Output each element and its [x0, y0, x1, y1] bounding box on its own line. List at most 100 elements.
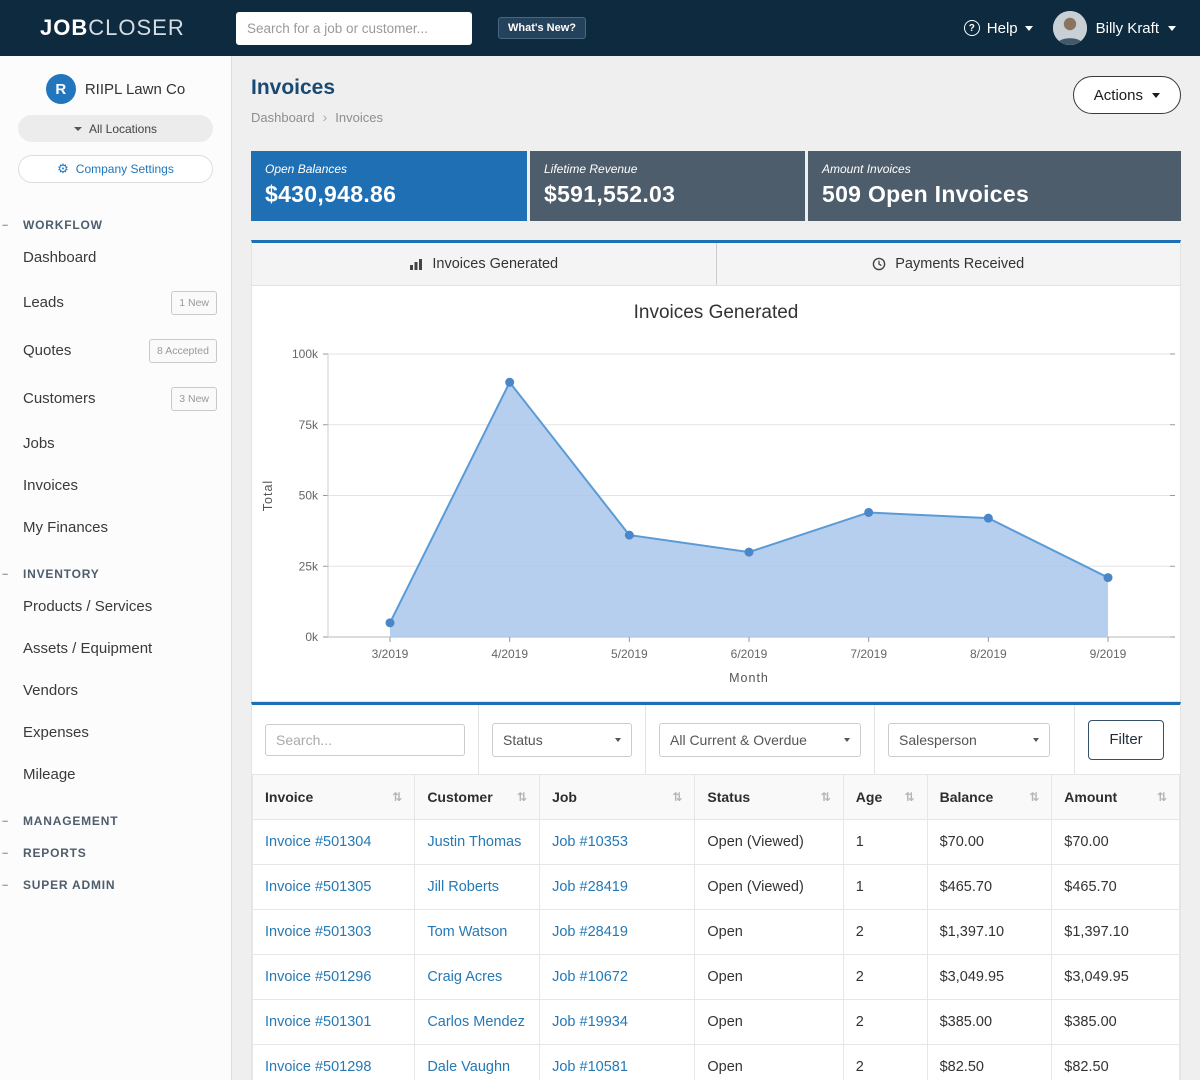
invoice-link[interactable]: Invoice #501303: [265, 924, 371, 940]
logo-text-bold: JOB: [40, 15, 88, 40]
nav-section-reports[interactable]: --REPORTS: [0, 846, 231, 860]
age-cell: 2: [843, 910, 927, 955]
tab-payments-received[interactable]: Payments Received: [716, 243, 1181, 285]
customer-link[interactable]: Dale Vaughn: [427, 1059, 510, 1075]
all-locations-dropdown[interactable]: All Locations: [18, 115, 213, 142]
topbar-right: ? Help Billy Kraft: [964, 11, 1176, 45]
chart-point: [864, 508, 873, 517]
user-avatar: [1053, 11, 1087, 45]
x-tick-label: 9/2019: [1090, 647, 1127, 661]
sidebar-item-quotes[interactable]: Quotes8 Accepted: [0, 327, 231, 375]
section-dash-icon: --: [2, 815, 7, 827]
sidebar-item-invoices[interactable]: Invoices: [0, 465, 231, 507]
user-menu[interactable]: Billy Kraft: [1053, 11, 1176, 45]
chevron-down-icon: [1033, 738, 1039, 742]
help-menu[interactable]: ? Help: [964, 20, 1033, 37]
status-select[interactable]: Status: [492, 723, 632, 757]
x-tick-label: 7/2019: [850, 647, 887, 661]
sidebar-item-mileage[interactable]: Mileage: [0, 754, 231, 796]
filter-button[interactable]: Filter: [1088, 720, 1164, 760]
col-age[interactable]: Age⇅: [843, 775, 927, 820]
invoice-link[interactable]: Invoice #501301: [265, 1014, 371, 1030]
sidebar-nav: --WORKFLOW Dashboard Leads1 New Quotes8 …: [0, 218, 231, 892]
amount-cell: $3,049.95: [1052, 955, 1180, 1000]
job-link[interactable]: Job #10353: [552, 834, 628, 850]
chart-point: [1104, 573, 1113, 582]
company-header[interactable]: R RIIPL Lawn Co: [0, 74, 231, 104]
sidebar-item-products-services[interactable]: Products / Services: [0, 586, 231, 628]
sort-icon[interactable]: ⇅: [1029, 790, 1039, 804]
chart-panel: Invoices Generated 0k25k50k75k100k3/2019…: [251, 286, 1181, 702]
customer-link[interactable]: Craig Acres: [427, 969, 502, 985]
whats-new-button[interactable]: What's New?: [498, 17, 586, 39]
y-tick-label: 75k: [299, 418, 319, 432]
status-cell: Open (Viewed): [695, 820, 843, 865]
sort-icon[interactable]: ⇅: [821, 790, 831, 804]
scope-select[interactable]: All Current & Overdue: [659, 723, 861, 757]
stat-cards: Open Balances $430,948.86 Lifetime Reven…: [251, 151, 1181, 221]
job-link[interactable]: Job #28419: [552, 879, 628, 895]
sort-icon[interactable]: ⇅: [905, 790, 915, 804]
customer-link[interactable]: Tom Watson: [427, 924, 507, 940]
amount-cell: $385.00: [1052, 1000, 1180, 1045]
amount-cell: $465.70: [1052, 865, 1180, 910]
breadcrumb-dashboard[interactable]: Dashboard: [251, 110, 315, 125]
main-content: Invoices Dashboard › Invoices Actions Op…: [232, 56, 1200, 1080]
job-link[interactable]: Job #28419: [552, 924, 628, 940]
sidebar-item-vendors[interactable]: Vendors: [0, 670, 231, 712]
balance-cell: $3,049.95: [927, 955, 1052, 1000]
col-status[interactable]: Status⇅: [695, 775, 843, 820]
job-link[interactable]: Job #10581: [552, 1059, 628, 1075]
sidebar-item-my-finances[interactable]: My Finances: [0, 507, 231, 549]
nav-section-inventory[interactable]: --INVENTORY: [0, 567, 231, 581]
invoice-link[interactable]: Invoice #501304: [265, 834, 371, 850]
sort-icon[interactable]: ⇅: [672, 790, 682, 804]
col-invoice[interactable]: Invoice⇅: [253, 775, 415, 820]
nav-section-super-admin[interactable]: --SUPER ADMIN: [0, 878, 231, 892]
nav-section-management[interactable]: --MANAGEMENT: [0, 814, 231, 828]
invoices-generated-chart: 0k25k50k75k100k3/20194/20195/20196/20197…: [252, 324, 1180, 696]
sidebar-item-assets-equipment[interactable]: Assets / Equipment: [0, 628, 231, 670]
sidebar-item-expenses[interactable]: Expenses: [0, 712, 231, 754]
age-cell: 1: [843, 820, 927, 865]
invoice-link[interactable]: Invoice #501305: [265, 879, 371, 895]
x-tick-label: 4/2019: [491, 647, 528, 661]
help-icon: ?: [964, 20, 980, 36]
sidebar-item-dashboard[interactable]: Dashboard: [0, 237, 231, 279]
tab-invoices-generated[interactable]: Invoices Generated: [252, 243, 716, 285]
nav-section-workflow[interactable]: --WORKFLOW: [0, 218, 231, 232]
chevron-down-icon: [615, 738, 621, 742]
salesperson-select[interactable]: Salesperson: [888, 723, 1050, 757]
section-dash-icon: --: [2, 879, 7, 891]
customer-link[interactable]: Carlos Mendez: [427, 1014, 525, 1030]
sort-icon[interactable]: ⇅: [517, 790, 527, 804]
chart-point: [625, 531, 634, 540]
sidebar-item-leads[interactable]: Leads1 New: [0, 279, 231, 327]
sidebar-item-jobs[interactable]: Jobs: [0, 423, 231, 465]
help-label: Help: [987, 20, 1018, 37]
app-logo[interactable]: JOBCLOSER: [40, 15, 236, 41]
invoice-link[interactable]: Invoice #501296: [265, 969, 371, 985]
invoice-search-input[interactable]: [265, 724, 465, 756]
job-link[interactable]: Job #19934: [552, 1014, 628, 1030]
company-settings-button[interactable]: ⚙ Company Settings: [18, 155, 213, 183]
status-cell: Open (Viewed): [695, 865, 843, 910]
col-customer[interactable]: Customer⇅: [415, 775, 540, 820]
table-row: Invoice #501304 Justin Thomas Job #10353…: [253, 820, 1180, 865]
actions-button[interactable]: Actions: [1073, 76, 1181, 114]
customer-link[interactable]: Justin Thomas: [427, 834, 521, 850]
chevron-down-icon: [74, 127, 82, 131]
sort-icon[interactable]: ⇅: [392, 790, 402, 804]
page-title: Invoices: [251, 76, 383, 100]
chevron-down-icon: [1168, 26, 1176, 31]
sidebar-item-customers[interactable]: Customers3 New: [0, 375, 231, 423]
sort-icon[interactable]: ⇅: [1157, 790, 1167, 804]
col-job[interactable]: Job⇅: [540, 775, 695, 820]
customer-link[interactable]: Jill Roberts: [427, 879, 499, 895]
invoice-link[interactable]: Invoice #501298: [265, 1059, 371, 1075]
gear-icon: ⚙: [57, 162, 69, 177]
col-balance[interactable]: Balance⇅: [927, 775, 1052, 820]
global-search-input[interactable]: [236, 12, 472, 45]
col-amount[interactable]: Amount⇅: [1052, 775, 1180, 820]
job-link[interactable]: Job #10672: [552, 969, 628, 985]
